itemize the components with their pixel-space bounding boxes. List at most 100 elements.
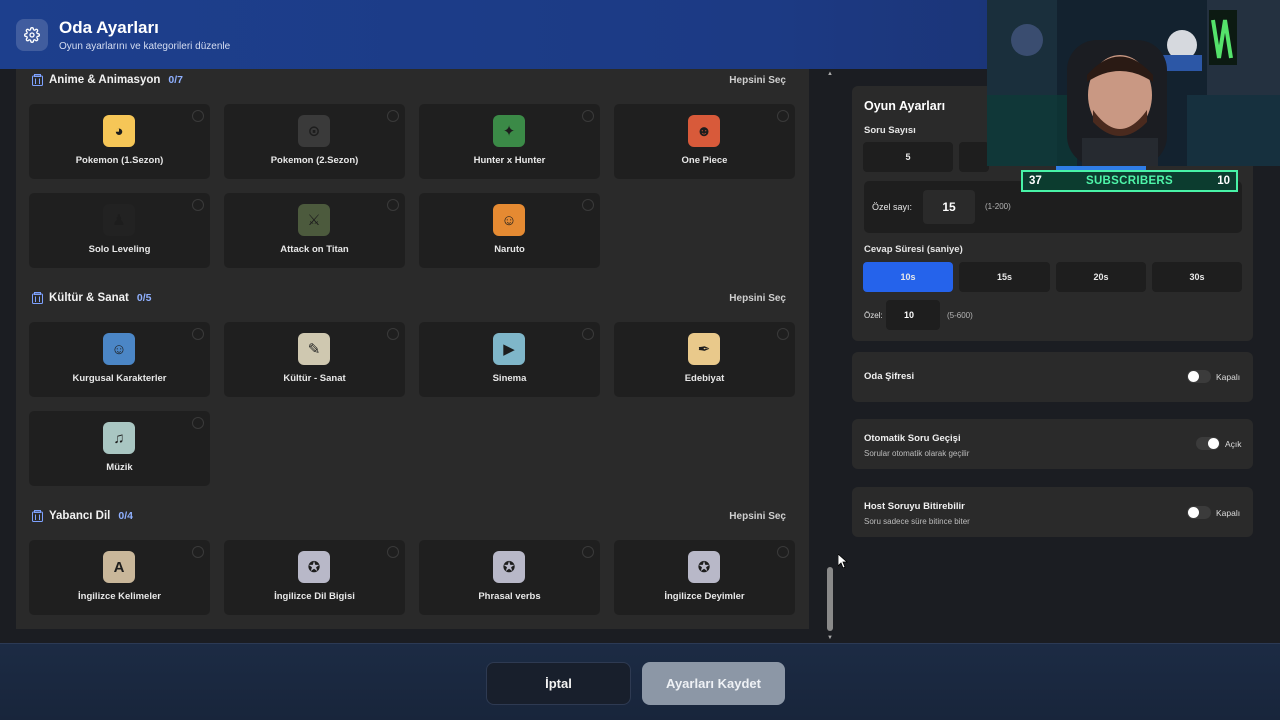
category-select-radio[interactable] <box>582 199 594 211</box>
question-count-option-hidden[interactable] <box>959 142 989 172</box>
host-can-end-toggle[interactable] <box>1187 506 1211 519</box>
category-card-label: One Piece <box>681 155 728 166</box>
section-title: Yabancı Dil <box>49 510 111 522</box>
category-select-radio[interactable] <box>387 110 399 122</box>
cinema-thumb: ▶ <box>493 333 525 365</box>
category-card-label: İngilizce Deyimler <box>664 591 745 602</box>
english-idioms-thumb: ✪ <box>688 551 720 583</box>
subscriber-current-count: 37 <box>1029 175 1042 187</box>
page-title: Oda Ayarları <box>59 17 159 37</box>
category-card[interactable]: ✎ Kültür - Sanat <box>224 322 405 397</box>
select-all-button[interactable]: Hepsini Seç <box>729 511 786 522</box>
category-card[interactable]: ♟ Solo Leveling <box>29 193 210 268</box>
category-panel: Anime & Animasyon 0/7 Hepsini Seç ◕ Pokemon … <box>16 69 809 629</box>
category-card-label: Pokemon (1.Sezon) <box>75 155 164 166</box>
category-card-label: Solo Leveling <box>88 244 151 255</box>
section-selected-count: 0/4 <box>118 510 133 522</box>
select-all-button[interactable]: Hepsini Seç <box>729 75 786 86</box>
category-select-radio[interactable] <box>582 328 594 340</box>
subscriber-goal-bar: 37 SUBSCRIBERS 10 <box>1021 170 1238 192</box>
category-select-radio[interactable] <box>582 546 594 558</box>
category-card[interactable]: ☺ Naruto <box>419 193 600 268</box>
cancel-button[interactable]: İptal <box>486 662 631 705</box>
hunter-x-hunter-thumb: ✦ <box>493 115 525 147</box>
category-card[interactable]: ✪ İngilizce Dil Bigisi <box>224 540 405 615</box>
answer-time-label: Cevap Süresi (saniye) <box>864 244 963 255</box>
category-card[interactable]: ◕ Pokemon (1.Sezon) <box>29 104 210 179</box>
answer-time-option-30s[interactable]: 30s <box>1152 262 1242 292</box>
category-select-radio[interactable] <box>192 328 204 340</box>
subscriber-goal-count: 10 <box>1217 175 1230 187</box>
footer-bar: İptal Ayarları Kaydet <box>0 643 1280 720</box>
category-card[interactable]: ♫ Müzik <box>29 411 210 486</box>
category-select-radio[interactable] <box>192 546 204 558</box>
category-card-label: Edebiyat <box>684 373 725 384</box>
category-card[interactable]: ✪ Phrasal verbs <box>419 540 600 615</box>
english-words-thumb: A <box>103 551 135 583</box>
one-piece-thumb: ☻ <box>688 115 720 147</box>
select-all-button[interactable]: Hepsini Seç <box>729 293 786 304</box>
toggle-state-label: Kapalı <box>1216 372 1241 382</box>
answer-time-option-15s[interactable]: 15s <box>959 262 1050 292</box>
gear-icon <box>16 18 48 51</box>
page-subtitle: Oyun ayarlarını ve kategorileri düzenle <box>59 40 231 52</box>
category-card[interactable]: ☺ Kurgusal Karakterler <box>29 322 210 397</box>
category-select-radio[interactable] <box>387 328 399 340</box>
setting-name: Host Soruyu Bitirebilir <box>864 501 965 512</box>
auto-next-question-toggle[interactable] <box>1196 437 1220 450</box>
answer-time-option-10s[interactable]: 10s <box>863 262 953 292</box>
mouse-cursor-icon <box>838 554 848 568</box>
section-selected-count: 0/5 <box>136 292 152 304</box>
scroll-down-arrow-icon[interactable]: ▼ <box>827 635 833 641</box>
scrollbar-thumb[interactable] <box>827 567 833 631</box>
category-card-label: Pokemon (2.Sezon) <box>270 155 359 166</box>
pokemon-unown-thumb: ⊙ <box>298 115 330 147</box>
category-select-radio[interactable] <box>387 546 399 558</box>
save-settings-button[interactable]: Ayarları Kaydet <box>642 662 785 705</box>
question-count-label: Soru Sayısı <box>864 125 916 136</box>
answer-time-option-20s[interactable]: 20s <box>1056 262 1146 292</box>
category-select-radio[interactable] <box>192 199 204 211</box>
section-header: Yabancı Dil 0/4 Hepsini Seç <box>32 506 794 526</box>
category-card[interactable]: ⚔ Attack on Titan <box>224 193 405 268</box>
category-card-label: Müzik <box>106 462 133 473</box>
custom-count-hint: (1-200) <box>985 202 1011 211</box>
category-scrollbar[interactable]: ▲ ▼ <box>823 69 837 643</box>
setting-description: Sorular otomatik olarak geçilir <box>864 449 970 458</box>
category-card[interactable]: ▶ Sinema <box>419 322 600 397</box>
room-password-toggle[interactable] <box>1187 370 1211 383</box>
literature-thumb: ✒ <box>688 333 720 365</box>
category-card-label: Attack on Titan <box>280 244 349 255</box>
custom-time-input[interactable]: 10 <box>886 300 940 330</box>
category-card[interactable]: A İngilizce Kelimeler <box>29 540 210 615</box>
category-select-radio[interactable] <box>582 110 594 122</box>
scroll-up-arrow-icon[interactable]: ▲ <box>827 71 833 77</box>
category-select-radio[interactable] <box>192 417 204 429</box>
attack-on-titan-thumb: ⚔ <box>298 204 330 236</box>
custom-time-label: Özel: <box>864 311 883 320</box>
category-card[interactable]: ☻ One Piece <box>614 104 795 179</box>
category-select-radio[interactable] <box>192 110 204 122</box>
setting-name: Oda Şifresi <box>864 371 915 382</box>
category-card[interactable]: ✦ Hunter x Hunter <box>419 104 600 179</box>
room-password-setting: Oda Şifresi Kapalı <box>852 352 1253 402</box>
custom-count-label: Özel sayı: <box>872 202 913 212</box>
toggle-state-label: Açık <box>1225 439 1242 449</box>
music-thumb: ♫ <box>103 422 135 454</box>
custom-time-hint: (5-600) <box>947 311 973 320</box>
setting-description: Soru sadece süre bitince biter <box>864 517 970 526</box>
category-card-label: Sinema <box>492 373 527 384</box>
section-selected-count: 0/7 <box>168 74 184 86</box>
category-card[interactable]: ⊙ Pokemon (2.Sezon) <box>224 104 405 179</box>
category-card[interactable]: ✒ Edebiyat <box>614 322 795 397</box>
category-select-radio[interactable] <box>777 328 789 340</box>
phrasal-verbs-thumb: ✪ <box>493 551 525 583</box>
question-count-option-5[interactable]: 5 <box>863 142 953 172</box>
category-select-radio[interactable] <box>777 110 789 122</box>
category-select-radio[interactable] <box>387 199 399 211</box>
category-select-radio[interactable] <box>777 546 789 558</box>
subscriber-label: SUBSCRIBERS <box>1085 175 1173 187</box>
section-title: Kültür & Sanat <box>49 292 129 304</box>
custom-count-input[interactable]: 15 <box>923 190 975 224</box>
category-card[interactable]: ✪ İngilizce Deyimler <box>614 540 795 615</box>
